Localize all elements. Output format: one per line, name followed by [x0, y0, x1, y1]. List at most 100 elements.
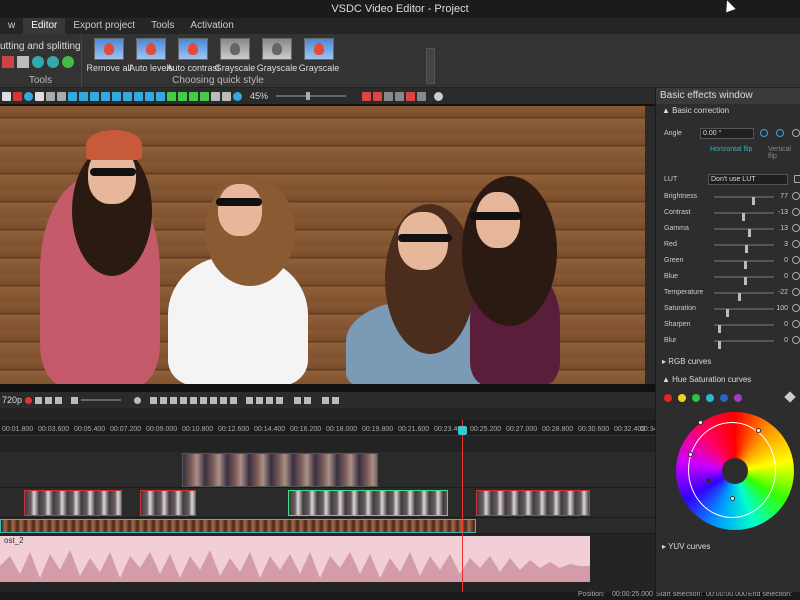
reset-icon[interactable]	[792, 208, 800, 216]
quick-style-grayscale-3[interactable]: Grayscale	[298, 38, 340, 73]
repeat-icon[interactable]	[45, 396, 53, 404]
zoom-icon[interactable]	[233, 91, 242, 101]
swatch-blue[interactable]	[720, 394, 728, 402]
align-center-icon[interactable]	[90, 91, 99, 101]
slider-thumb[interactable]	[738, 293, 741, 301]
quick-style-scroll[interactable]	[426, 48, 435, 84]
swatch-yellow[interactable]	[678, 394, 686, 402]
marker-next-icon[interactable]	[266, 396, 274, 404]
sharpen-slider[interactable]	[714, 324, 774, 333]
cut-icon[interactable]	[294, 396, 302, 404]
video-clip[interactable]	[476, 490, 590, 516]
sync-icon[interactable]	[55, 396, 63, 404]
reset-icon[interactable]	[792, 192, 800, 200]
video-clip[interactable]	[140, 490, 196, 516]
stop-icon[interactable]	[35, 91, 44, 101]
timeline[interactable]: 00:01.800 00:03.600 00:05.400 00:07.200 …	[0, 408, 667, 592]
video-clip[interactable]	[24, 490, 122, 516]
volume-icon[interactable]	[71, 396, 79, 404]
basic-correction-header[interactable]: ▲ Basic correction	[656, 104, 800, 118]
hue-saturation-curves-header[interactable]: ▲ Hue Saturation curves	[656, 373, 751, 387]
link-icon[interactable]	[322, 396, 330, 404]
align-top-icon[interactable]	[112, 91, 121, 101]
fit-icon[interactable]	[156, 91, 165, 101]
guides-icon[interactable]	[384, 91, 394, 101]
zoom-value[interactable]: 45%	[250, 91, 268, 101]
timeline-track-1[interactable]	[0, 452, 655, 488]
preview-resolution[interactable]: 720p	[2, 395, 22, 405]
tab-editor[interactable]: Editor	[23, 18, 66, 34]
contrast-value[interactable]: -13	[772, 209, 788, 216]
swatch-cyan[interactable]	[706, 394, 714, 402]
curve-point[interactable]	[688, 452, 693, 457]
split-at-cursor-icon[interactable]	[276, 396, 284, 404]
bring-front-icon[interactable]	[189, 91, 198, 101]
swatch-magenta[interactable]	[734, 394, 742, 402]
temperature-slider[interactable]	[714, 292, 774, 301]
reset-icon[interactable]	[792, 288, 800, 296]
curve-point[interactable]	[698, 420, 703, 425]
preview-scrollbar[interactable]	[645, 106, 655, 384]
step-forward-icon[interactable]	[210, 396, 218, 404]
ungroup-icon[interactable]	[222, 91, 231, 101]
timeline-playhead[interactable]	[462, 420, 463, 592]
red-value[interactable]: 3	[772, 241, 788, 248]
audio-track[interactable]: ost_2	[0, 536, 590, 582]
rgb-curves-header[interactable]: ▸ RGB curves	[656, 355, 711, 369]
send-back-icon[interactable]	[200, 91, 209, 101]
quick-style-grayscale-1[interactable]: Grayscale	[214, 38, 256, 73]
reset-icon[interactable]	[792, 320, 800, 328]
angle-input[interactable]: 0.00 °	[700, 128, 754, 139]
red-slider[interactable]	[714, 244, 774, 253]
reset-icon[interactable]	[792, 256, 800, 264]
green-slider[interactable]	[714, 260, 774, 269]
distribute-icon[interactable]	[145, 91, 154, 101]
fullscreen-icon[interactable]	[417, 91, 427, 101]
slider-thumb[interactable]	[742, 213, 745, 221]
slider-thumb[interactable]	[726, 309, 729, 317]
slider-thumb[interactable]	[744, 277, 747, 285]
video-clip[interactable]	[182, 453, 378, 487]
stabilize-icon[interactable]	[62, 56, 74, 68]
green-value[interactable]: 0	[772, 257, 788, 264]
video-clip[interactable]	[288, 490, 448, 516]
go-start-icon[interactable]	[150, 396, 158, 404]
brightness-value[interactable]: 77	[772, 193, 788, 200]
unlink-icon[interactable]	[332, 396, 340, 404]
curve-point[interactable]	[730, 496, 735, 501]
quick-style-grayscale-2[interactable]: Grayscale	[256, 38, 298, 73]
group-icon[interactable]	[211, 91, 220, 101]
hue-saturation-color-wheel[interactable]	[676, 412, 794, 530]
move-down-icon[interactable]	[178, 91, 187, 101]
go-end-icon[interactable]	[230, 396, 238, 404]
next-frame-icon[interactable]	[220, 396, 228, 404]
volume-slider[interactable]	[81, 399, 122, 401]
trim-icon[interactable]	[304, 396, 312, 404]
yuv-curves-header[interactable]: ▸ YUV curves	[656, 540, 710, 554]
align-right-icon[interactable]	[101, 91, 110, 101]
reset-icon[interactable]	[792, 304, 800, 312]
marker-icon[interactable]	[246, 396, 254, 404]
marker-prev-icon[interactable]	[256, 396, 264, 404]
layout-icon[interactable]	[68, 91, 77, 101]
record-icon[interactable]	[24, 91, 33, 101]
slider-thumb[interactable]	[752, 197, 755, 205]
timeline-track-3[interactable]	[0, 518, 655, 534]
timeline-ruler[interactable]: 00:01.800 00:03.600 00:05.400 00:07.200 …	[0, 420, 667, 436]
horizontal-flip-checkbox[interactable]: Horizontal flip	[710, 146, 752, 153]
stop-icon[interactable]	[190, 396, 198, 404]
play-icon[interactable]	[200, 396, 208, 404]
gamma-slider[interactable]	[714, 228, 774, 237]
zoom-slider[interactable]	[276, 92, 347, 100]
rotate-left-icon[interactable]	[760, 129, 768, 137]
tab-activation[interactable]: Activation	[182, 18, 241, 34]
saturation-slider[interactable]	[714, 308, 774, 317]
timeline-track-2[interactable]	[0, 488, 655, 518]
redo-icon[interactable]	[57, 91, 66, 101]
video-clip-strip[interactable]	[0, 519, 476, 533]
playhead-handle[interactable]	[458, 426, 467, 435]
align-bottom-icon[interactable]	[134, 91, 143, 101]
temperature-value[interactable]: -22	[772, 289, 788, 296]
sharpen-value[interactable]: 0	[772, 321, 788, 328]
step-back-icon[interactable]	[170, 396, 178, 404]
